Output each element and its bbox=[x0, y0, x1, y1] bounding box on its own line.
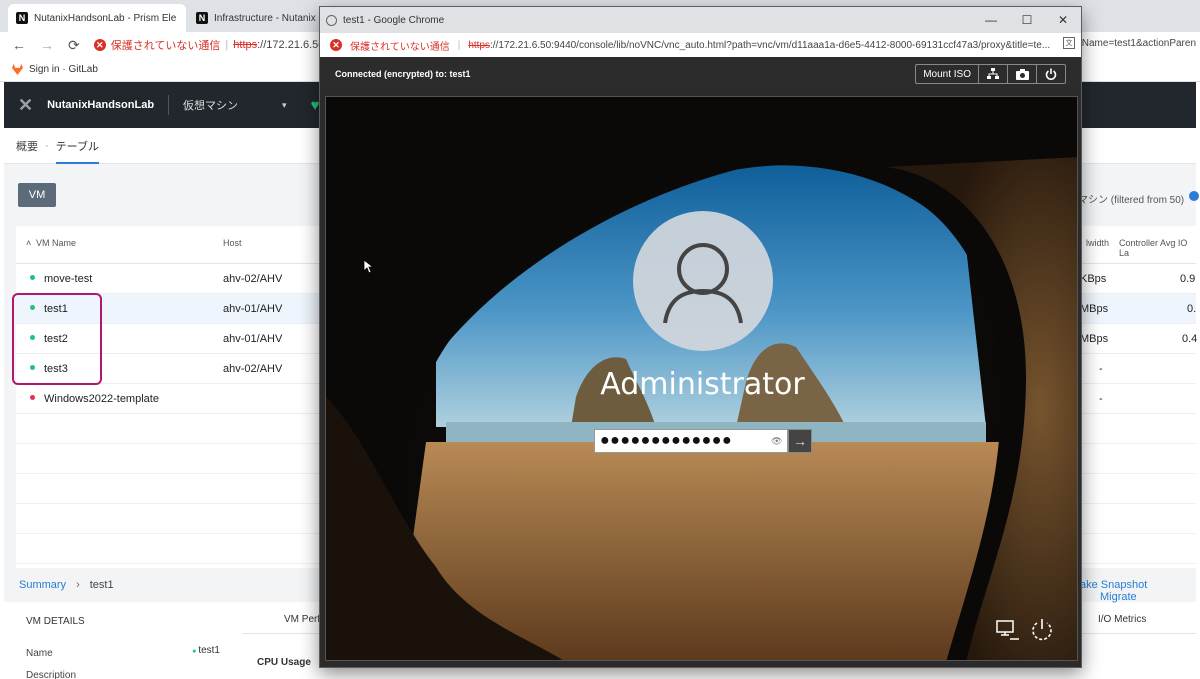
user-avatar bbox=[633, 211, 773, 351]
main-menu-dropdown[interactable]: 仮想マシン bbox=[183, 97, 238, 113]
take-snapshot-link[interactable]: ake Snapshot bbox=[1080, 579, 1147, 591]
network-icon[interactable] bbox=[978, 65, 1007, 83]
close-icon[interactable]: ✕ bbox=[1045, 7, 1081, 33]
network-status-icon[interactable] bbox=[996, 620, 1020, 640]
login-user-name: Administrator bbox=[600, 367, 805, 402]
maximize-icon[interactable]: ☐ bbox=[1009, 7, 1045, 33]
cluster-name[interactable]: NutanixHandsonLab bbox=[47, 99, 154, 111]
chevron-right-icon: › bbox=[76, 579, 80, 591]
warning-icon: ✕ bbox=[93, 39, 106, 51]
password-field[interactable]: ●●●●●●●●●●●●● 👁 bbox=[594, 429, 788, 453]
url-text: ://172.21.6.50:9440/console/lib/noVNC/vn… bbox=[490, 39, 1051, 51]
forward-arrow-icon[interactable]: → bbox=[40, 37, 54, 53]
power-options-icon[interactable] bbox=[1030, 618, 1054, 642]
summary-link[interactable]: Summary bbox=[19, 579, 66, 591]
camera-icon[interactable] bbox=[1007, 65, 1036, 83]
migrate-link[interactable]: Migrate bbox=[1100, 591, 1137, 603]
action-links: ake Snapshot Migrate bbox=[1080, 579, 1200, 603]
column-host[interactable]: Host bbox=[223, 238, 242, 248]
tab-title: NutanixHandsonLab - Prism Ele bbox=[34, 12, 177, 24]
mount-iso-button[interactable]: Mount ISO bbox=[916, 65, 978, 83]
cpu-usage-label: CPU Usage bbox=[257, 657, 311, 668]
vm-details-panel: VM DETAILS Name test1 Description bbox=[16, 603, 226, 679]
nutanix-icon: N bbox=[196, 12, 208, 24]
url-scheme: https bbox=[468, 39, 490, 51]
chevron-down-icon[interactable]: ▾ bbox=[282, 100, 287, 111]
reveal-password-icon[interactable]: 👁 bbox=[771, 436, 782, 447]
status-dot bbox=[30, 395, 35, 400]
breadcrumb-current: test1 bbox=[89, 579, 114, 591]
power-icon[interactable] bbox=[1036, 65, 1065, 83]
tab-title: Infrastructure - Nutanix bbox=[214, 12, 316, 24]
status-dot bbox=[30, 275, 35, 280]
translate-icon[interactable]: 文 bbox=[1063, 37, 1075, 49]
vm-details-title: VM DETAILS bbox=[26, 616, 85, 627]
tab-vm-performance[interactable]: VM Perf bbox=[284, 614, 320, 625]
address-field[interactable]: ✕ 保護されていない通信 | https://172.21.6.50:9440 bbox=[93, 37, 352, 53]
password-mask: ●●●●●●●●●●●●● bbox=[600, 432, 733, 449]
tab-table[interactable]: テーブル bbox=[55, 138, 100, 164]
name-label: Name bbox=[26, 648, 53, 659]
description-label: Description bbox=[26, 670, 77, 679]
info-icon[interactable] bbox=[1189, 191, 1199, 201]
globe-icon bbox=[326, 14, 337, 26]
connection-status: Connected (encrypted) to: test1 bbox=[335, 69, 471, 79]
windows-lock-screen[interactable]: Administrator ●●●●●●●●●●●●● 👁 → bbox=[325, 96, 1078, 661]
minimize-icon[interactable]: — bbox=[973, 7, 1009, 33]
bookmark-gitlab[interactable]: Sign in · GitLab bbox=[29, 64, 98, 75]
filtered-count: マシン (filtered from 50) bbox=[1078, 195, 1185, 206]
popup-address-bar[interactable]: ✕ 保護されていない通信 | https ://172.21.6.50:9440… bbox=[320, 33, 1081, 57]
vnc-console-window: test1 - Google Chrome — ☐ ✕ ✕ 保護されていない通信… bbox=[319, 6, 1082, 668]
window-title: test1 - Google Chrome bbox=[343, 14, 445, 26]
tab-overview[interactable]: 概要 bbox=[16, 138, 38, 154]
column-io-latency[interactable]: Controller Avg IO La bbox=[1119, 238, 1196, 258]
warning-icon: ✕ bbox=[330, 39, 342, 51]
url-scheme: https bbox=[233, 39, 258, 51]
popup-title-bar[interactable]: test1 - Google Chrome — ☐ ✕ bbox=[320, 7, 1081, 33]
url-right-fragment: Name=test1&actionParen bbox=[1081, 38, 1196, 49]
nutanix-icon: N bbox=[16, 12, 28, 24]
user-icon bbox=[663, 243, 743, 324]
name-value: test1 bbox=[192, 645, 220, 656]
column-vm-name[interactable]: VM Name bbox=[36, 238, 76, 248]
security-label: 保護されていない通信 bbox=[110, 40, 221, 52]
sort-asc-icon[interactable]: ˄ bbox=[26, 238, 31, 248]
submit-arrow-button[interactable]: → bbox=[788, 429, 812, 453]
prism-logo-icon[interactable]: ✕ bbox=[18, 95, 33, 116]
vnc-toolbar: Connected (encrypted) to: test1 Mount IS… bbox=[320, 57, 1081, 91]
vm-create-button[interactable]: VM bbox=[18, 183, 56, 207]
back-arrow-icon[interactable]: ← bbox=[12, 37, 26, 53]
mouse-cursor-icon bbox=[364, 260, 374, 274]
gitlab-icon bbox=[12, 64, 23, 75]
tab-prism-element[interactable]: N NutanixHandsonLab - Prism Ele ✕ bbox=[8, 4, 186, 32]
tab-infrastructure[interactable]: N Infrastructure - Nutanix bbox=[188, 4, 318, 32]
tab-io-metrics[interactable]: I/O Metrics bbox=[1098, 614, 1146, 625]
security-label: 保護されていない通信 bbox=[350, 41, 450, 53]
highlight-annotation bbox=[12, 293, 102, 385]
column-bandwidth[interactable]: lwidth bbox=[1086, 238, 1109, 248]
reload-icon[interactable]: ⟳ bbox=[68, 37, 80, 54]
